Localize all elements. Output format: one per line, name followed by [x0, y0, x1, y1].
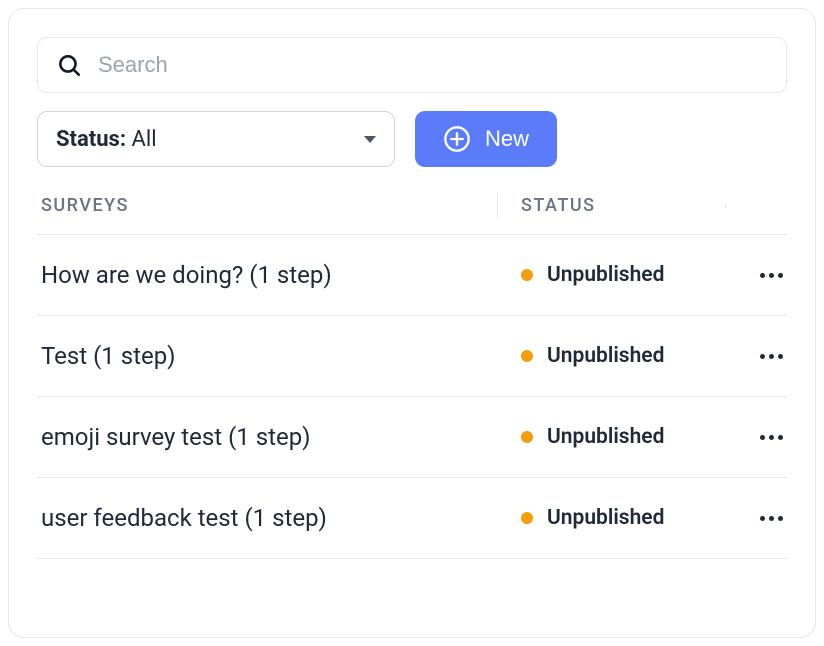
more-horizontal-icon — [760, 273, 783, 278]
status-filter-value: All — [132, 127, 157, 152]
status-cell: Unpublished — [497, 425, 725, 449]
survey-name: Test (1 step) — [41, 342, 497, 370]
status-dot-icon — [521, 350, 533, 362]
row-actions-button[interactable] — [725, 354, 783, 359]
survey-name: emoji survey test (1 step) — [41, 423, 497, 451]
status-filter-label: Status: — [56, 127, 126, 152]
status-cell: Unpublished — [497, 263, 725, 287]
table-row[interactable]: emoji survey test (1 step) Unpublished — [37, 397, 787, 478]
search-input-wrapper[interactable] — [37, 37, 787, 93]
search-row — [37, 37, 787, 93]
table-body: How are we doing? (1 step)UnpublishedTes… — [37, 235, 787, 559]
table-row[interactable]: How are we doing? (1 step) Unpublished — [37, 235, 787, 316]
status-text: Unpublished — [547, 425, 664, 449]
new-survey-button[interactable]: New — [415, 111, 557, 167]
status-text: Unpublished — [547, 263, 664, 287]
plus-circle-icon — [443, 125, 471, 153]
table-header: SURVEYS STATUS — [37, 195, 787, 235]
controls-row: Status: All New — [37, 111, 787, 167]
more-horizontal-icon — [760, 516, 783, 521]
more-horizontal-icon — [760, 354, 783, 359]
search-input[interactable] — [98, 52, 768, 78]
survey-name: user feedback test (1 step) — [41, 504, 497, 532]
table-row[interactable]: Test (1 step) Unpublished — [37, 316, 787, 397]
table-row[interactable]: user feedback test (1 step) Unpublished — [37, 478, 787, 559]
more-horizontal-icon — [760, 435, 783, 440]
status-text: Unpublished — [547, 506, 664, 530]
status-cell: Unpublished — [497, 506, 725, 530]
status-filter-text: Status: All — [56, 127, 157, 152]
column-header-status: STATUS — [497, 195, 725, 216]
column-header-surveys: SURVEYS — [41, 195, 497, 216]
chevron-down-icon — [364, 136, 376, 143]
surveys-panel: Status: All New SURVEYS STATUS How are w… — [8, 8, 816, 638]
status-text: Unpublished — [547, 344, 664, 368]
new-button-label: New — [485, 126, 529, 152]
row-actions-button[interactable] — [725, 435, 783, 440]
status-dot-icon — [521, 269, 533, 281]
status-dot-icon — [521, 512, 533, 524]
row-actions-button[interactable] — [725, 516, 783, 521]
search-icon — [56, 52, 82, 78]
survey-name: How are we doing? (1 step) — [41, 261, 497, 289]
row-actions-button[interactable] — [725, 273, 783, 278]
status-dot-icon — [521, 431, 533, 443]
status-cell: Unpublished — [497, 344, 725, 368]
status-filter-dropdown[interactable]: Status: All — [37, 111, 395, 167]
